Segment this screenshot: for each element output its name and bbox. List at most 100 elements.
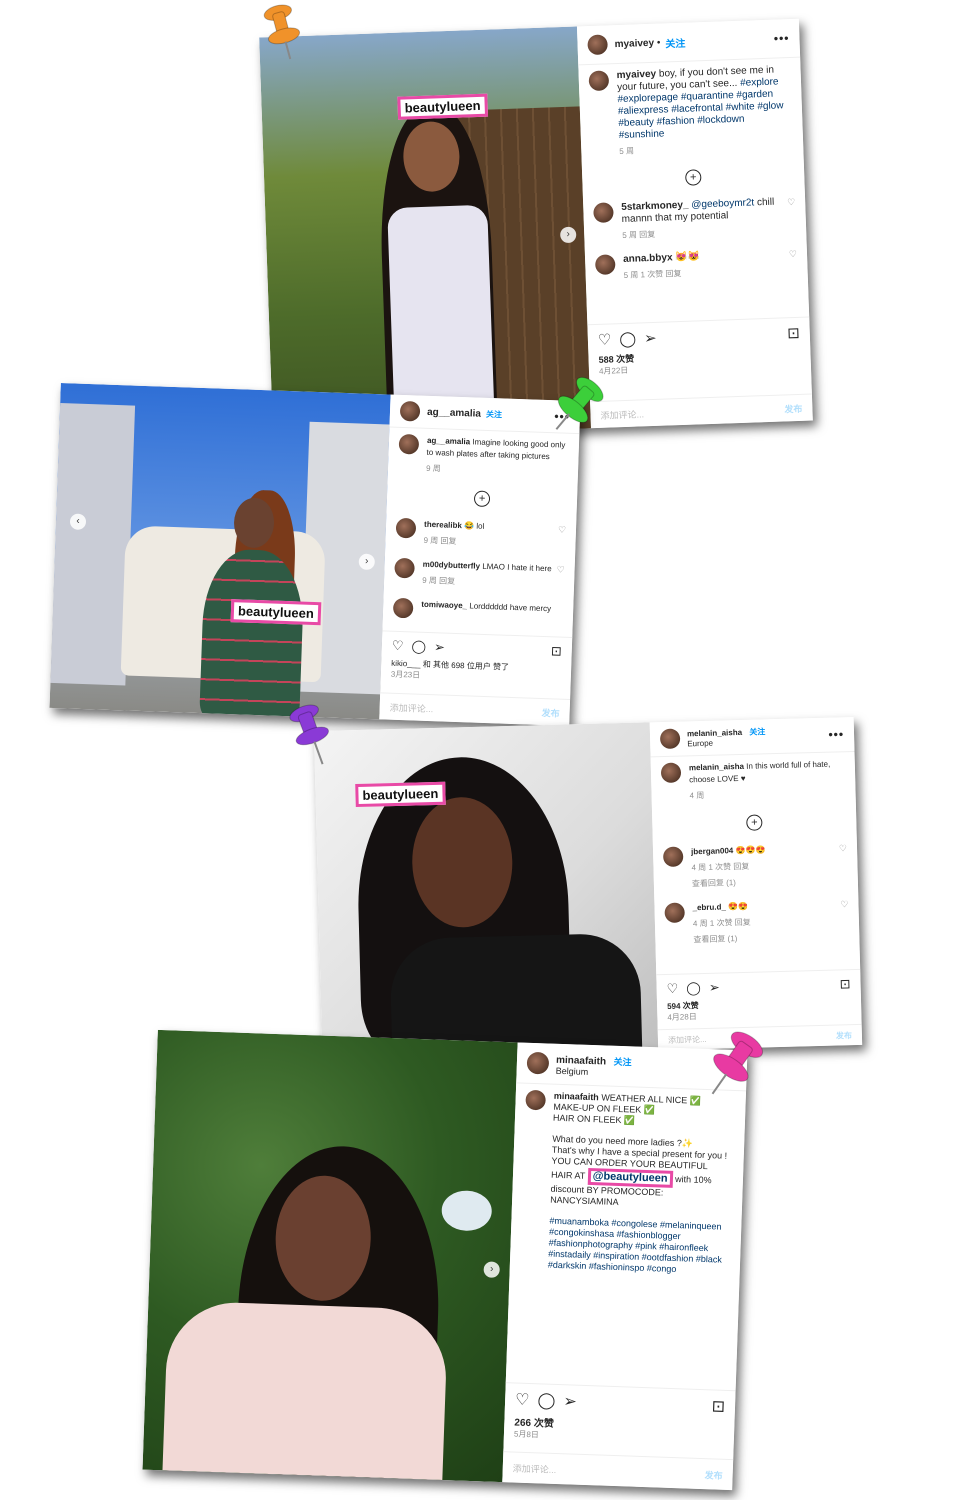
brand-watermark: beautylueen <box>397 93 488 120</box>
like-icon[interactable]: ♡ <box>392 638 404 654</box>
avatar[interactable] <box>398 433 420 455</box>
comment-text: 😍😍 <box>728 901 749 912</box>
bookmark-icon[interactable]: ⊡ <box>711 1396 725 1416</box>
avatar[interactable] <box>664 902 685 923</box>
username[interactable]: myaivey <box>614 37 654 49</box>
post-location[interactable]: Europe <box>687 737 766 749</box>
caption-username[interactable]: melanin_aisha <box>689 762 744 772</box>
post-comment-button[interactable]: 发布 <box>784 401 802 415</box>
post-comment-button[interactable]: 发布 <box>836 1030 852 1041</box>
comment-icon[interactable]: ◯ <box>537 1390 556 1411</box>
username[interactable]: melanin_aisha <box>687 728 742 738</box>
caption: myaivey boy, if you don't see me in your… <box>578 58 803 166</box>
post-side-panel: minaafaith 关注 Belgium ••• minaafaith WEA… <box>502 1042 748 1491</box>
comment-icon[interactable]: ◯ <box>686 980 701 996</box>
add-comment-bar: 添加评论... 发布 <box>379 692 571 726</box>
next-photo-button[interactable]: › <box>483 1261 500 1278</box>
post-location[interactable]: Belgium <box>556 1065 632 1078</box>
bookmark-icon[interactable]: ⊡ <box>839 976 850 992</box>
load-more-comments-button[interactable]: + <box>685 169 702 186</box>
avatar[interactable] <box>525 1089 546 1111</box>
comment-icon[interactable]: ◯ <box>619 330 636 349</box>
follow-button[interactable]: 关注 <box>613 1056 631 1067</box>
avatar[interactable] <box>399 400 421 422</box>
comment-item: m00dybutterfly LMAO I hate it here 9 周 回… <box>384 551 575 598</box>
add-comment-input[interactable]: 添加评论... <box>513 1461 557 1476</box>
share-icon[interactable]: ➢ <box>434 639 445 655</box>
caption-hashtags[interactable]: #muanamboka #congolese #melaninqueen #co… <box>548 1216 732 1277</box>
follow-button[interactable]: 关注 <box>749 727 765 736</box>
brand-watermark: beautylueen <box>230 599 322 626</box>
bookmark-icon[interactable]: ⊡ <box>551 643 562 659</box>
comment-text: 😂 lol <box>463 521 485 531</box>
avatar[interactable] <box>392 597 414 619</box>
comment-meta: 9 周 回复 <box>422 575 456 586</box>
pink-blouse <box>162 1300 449 1481</box>
post-card-minaafaith: › minaafaith 关注 Belgium ••• minaafaith W… <box>142 1029 748 1491</box>
avatar[interactable] <box>394 557 415 579</box>
avatar[interactable] <box>662 846 684 868</box>
caption-username[interactable]: myaivey <box>617 69 657 81</box>
action-bar: ♡ ◯ ➢ ⊡ 588 次赞 4月22日 <box>587 316 812 384</box>
avatar[interactable] <box>593 202 614 223</box>
view-replies-link[interactable]: 查看回复 (1) <box>693 930 837 946</box>
avatar[interactable] <box>594 254 616 275</box>
action-bar: ♡ ◯ ➢ ⊡ 594 次赞 4月28日 <box>656 968 862 1030</box>
sky-patch <box>441 1189 493 1232</box>
comment-meta: 4 周 1 次赞 回复 <box>692 917 751 929</box>
bookmark-icon[interactable]: ⊡ <box>787 324 800 342</box>
comment-item: jbergan004 😍😍😍 4 周 1 次赞 回复 查看回复 (1) ♡ <box>653 836 858 897</box>
load-more-comments-button[interactable]: + <box>473 490 491 508</box>
comment-username[interactable]: _ebru.d_ <box>692 902 726 912</box>
caption-line: HAIR AT <box>550 1169 586 1181</box>
comment-like-icon[interactable]: ♡ <box>789 248 798 276</box>
like-icon[interactable]: ♡ <box>666 981 678 997</box>
comment-like-icon[interactable]: ♡ <box>839 842 848 886</box>
post-card-ag-amalia: beautylueen ‹ › ag__amalia 关注 ••• ag__am… <box>49 383 581 726</box>
comment-meta: 5 周 回复 <box>622 229 656 240</box>
post-comment-button[interactable]: 发布 <box>541 706 559 720</box>
like-icon[interactable]: ♡ <box>598 330 612 348</box>
comment-like-icon[interactable]: ♡ <box>840 898 849 942</box>
avatar[interactable] <box>660 762 682 784</box>
post-photo: beautylueen <box>313 722 659 1060</box>
post-side-panel: ag__amalia 关注 ••• ag__amalia Imagine loo… <box>379 394 581 726</box>
caption-username[interactable]: ag__amalia <box>427 436 470 447</box>
username[interactable]: ag__amalia <box>427 406 481 419</box>
follow-button[interactable]: 关注 <box>665 34 685 50</box>
caption-username[interactable]: minaafaith <box>554 1091 599 1103</box>
avatar[interactable] <box>659 728 681 750</box>
comment-like-icon[interactable]: ♡ <box>557 523 566 551</box>
avatar[interactable] <box>587 34 608 56</box>
share-icon[interactable]: ➢ <box>563 1391 577 1411</box>
comment-icon[interactable]: ◯ <box>411 638 426 654</box>
like-icon[interactable]: ♡ <box>515 1390 530 1410</box>
share-icon[interactable]: ➢ <box>644 329 657 347</box>
follow-button[interactable]: 关注 <box>486 408 502 420</box>
comment-username[interactable]: therealibk <box>424 520 462 530</box>
share-icon[interactable]: ➢ <box>709 980 720 996</box>
brand-watermark: beautylueen <box>355 781 446 808</box>
avatar[interactable] <box>588 70 610 92</box>
comment-mention[interactable]: @geeboymr2t <box>691 197 754 210</box>
load-more-comments-button[interactable]: + <box>746 814 763 831</box>
more-options-icon[interactable]: ••• <box>774 31 790 46</box>
comment-username[interactable]: tomiwaoye_ <box>421 600 467 611</box>
comment-like-icon[interactable]: ♡ <box>787 196 796 236</box>
comment-item: anna.bbyx 😻😻 5 周 1 次赞 回复 ♡ <box>585 242 808 290</box>
more-options-icon[interactable]: ••• <box>828 727 844 741</box>
avatar[interactable] <box>395 517 417 539</box>
comment-item: therealibk 😂 lol 9 周 回复 ♡ <box>385 511 576 558</box>
comment-username[interactable]: m00dybutterfly <box>423 560 481 571</box>
comment-item: 5starkmoney_ @geeboymr2t chill mannn tha… <box>583 190 807 250</box>
comment-like-icon[interactable]: ♡ <box>556 563 565 591</box>
avatar[interactable] <box>526 1051 550 1075</box>
post-comment-button[interactable]: 发布 <box>704 1468 722 1482</box>
comment-item: tomiwaoye_ Lordddddd have mercy <box>383 591 574 624</box>
comment-username[interactable]: jbergan004 <box>691 846 733 856</box>
view-replies-link[interactable]: 查看回复 (1) <box>692 875 836 891</box>
post-header: melanin_aisha 关注 Europe ••• <box>649 716 855 758</box>
comment-text: 😻😻 <box>675 251 701 264</box>
add-comment-input[interactable]: 添加评论... <box>390 700 434 715</box>
comment-username[interactable]: anna.bbyx <box>623 252 673 265</box>
